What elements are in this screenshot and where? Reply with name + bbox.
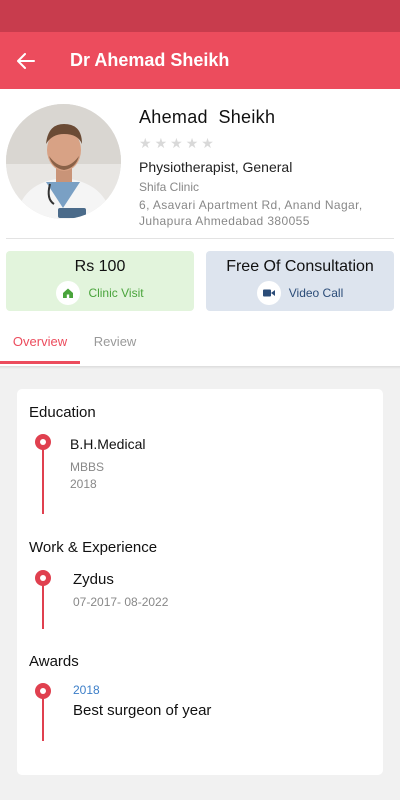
avatar	[6, 104, 121, 219]
clinic-visit-price: Rs 100	[74, 257, 126, 275]
work-title: Work & Experience	[29, 539, 158, 556]
timeline-dot-icon	[35, 683, 51, 699]
clinic-visit-card[interactable]: Rs 100 Clinic Visit	[6, 251, 194, 311]
timeline-dot-icon	[35, 434, 51, 450]
doctor-specialty: Physiotherapist, General	[139, 159, 293, 175]
work-company: Zydus	[73, 571, 114, 588]
overview-card: Education B.H.Medical MBBS 2018 Work & E…	[17, 389, 383, 775]
award-year: 2018	[73, 683, 100, 697]
education-institution: B.H.Medical	[70, 436, 146, 452]
education-entry: B.H.Medical MBBS 2018	[70, 436, 145, 491]
education-degree: MBBS	[70, 460, 105, 474]
doctor-profile: Ahemad Sheikh ★ ★ ★ ★ ★ Physiotherapist,…	[0, 89, 400, 239]
profile-tabs: Overview Review	[0, 318, 400, 366]
page-title: Dr Ahemad Sheikh	[70, 50, 230, 70]
timeline-line	[42, 442, 44, 514]
consultation-options: Rs 100 Clinic Visit Free Of Consultation…	[6, 251, 394, 311]
address-line-2: Juhapura Ahmedabad 380055	[139, 214, 310, 228]
education-title: Education	[29, 404, 96, 421]
clinic-address: 6, Asavari Apartment Rd, Anand Nagar, Ju…	[139, 197, 397, 229]
home-icon	[56, 280, 81, 305]
video-call-price: Free Of Consultation	[226, 257, 374, 275]
timeline-dot-icon	[35, 570, 51, 586]
star-icon: ★	[170, 135, 183, 151]
tab-review[interactable]: Review	[80, 318, 150, 364]
status-bar	[0, 0, 400, 32]
star-icon: ★	[185, 135, 199, 151]
video-call-label: Video Call	[288, 285, 344, 300]
video-camera-icon	[256, 280, 281, 305]
divider	[6, 238, 394, 239]
education-year: 2018	[70, 477, 97, 491]
address-line-1: 6, Asavari Apartment Rd, Anand Nagar,	[139, 198, 363, 212]
doctor-name: Ahemad Sheikh	[139, 107, 276, 127]
app-bar: Dr Ahemad Sheikh	[0, 32, 400, 89]
awards-title: Awards	[29, 653, 79, 670]
tab-overview[interactable]: Overview	[0, 318, 80, 364]
star-icon: ★	[201, 135, 214, 151]
rating-stars: ★ ★ ★ ★ ★	[139, 136, 397, 150]
clinic-visit-label: Clinic Visit	[88, 285, 144, 300]
star-icon: ★	[154, 135, 168, 151]
work-period: 07-2017- 08-2022	[73, 595, 169, 609]
work-entry: Zydus 07-2017- 08-2022	[73, 571, 168, 609]
active-tab-indicator	[0, 361, 80, 364]
star-icon: ★	[139, 135, 152, 151]
arrow-left-icon	[17, 52, 35, 69]
clinic-name: Shifa Clinic	[139, 180, 200, 194]
video-call-card[interactable]: Free Of Consultation Video Call	[206, 251, 394, 311]
award-entry: 2018 Best surgeon of year	[73, 683, 211, 719]
award-name: Best surgeon of year	[73, 702, 212, 719]
back-button[interactable]	[0, 32, 52, 89]
